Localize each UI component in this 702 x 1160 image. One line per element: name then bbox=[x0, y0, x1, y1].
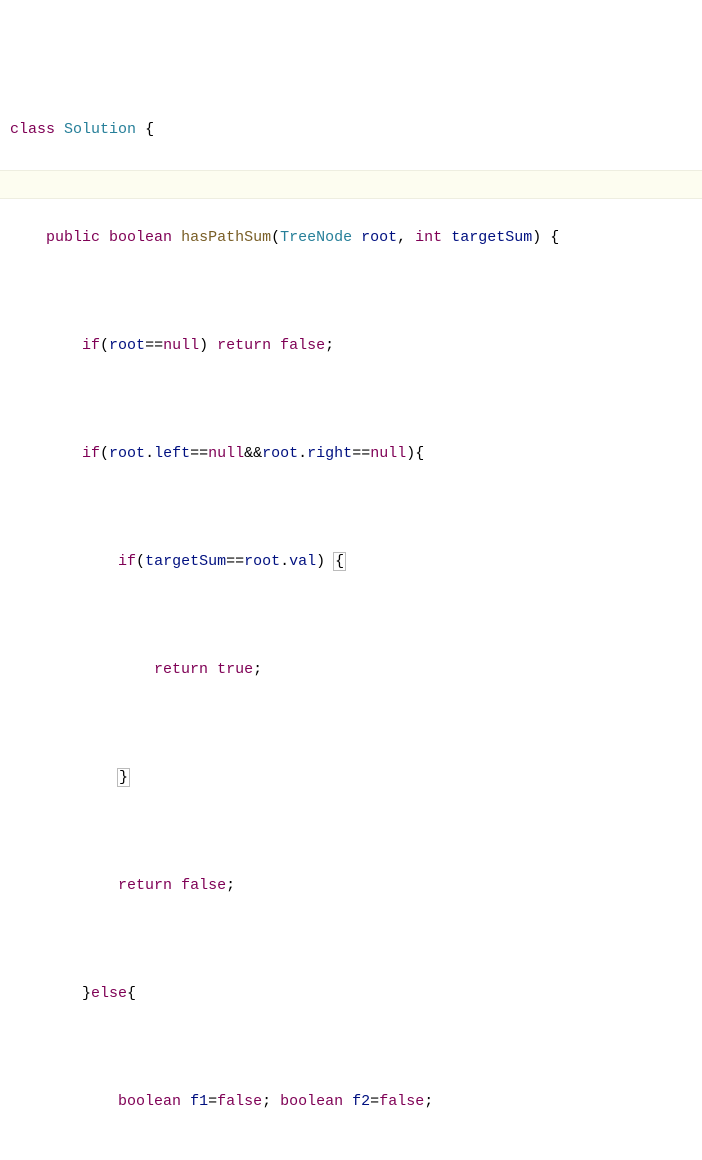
type-treenode: TreeNode bbox=[280, 229, 352, 246]
param-root: root bbox=[361, 229, 397, 246]
keyword-return: return bbox=[217, 337, 271, 354]
keyword-if: if bbox=[82, 337, 100, 354]
matching-brace-open: { bbox=[333, 552, 346, 571]
code-line: if(targetSum==root.val) { bbox=[10, 548, 692, 575]
code-line: return false; bbox=[10, 872, 692, 899]
code-line: boolean f1=false; boolean f2=false; bbox=[10, 1088, 692, 1115]
code-line: class Solution { bbox=[10, 116, 692, 143]
class-name: Solution bbox=[64, 121, 136, 138]
code-line: if(root==null) return false; bbox=[10, 332, 692, 359]
code-line: }else{ bbox=[10, 980, 692, 1007]
param-targetsum: targetSum bbox=[451, 229, 532, 246]
keyword-public: public bbox=[46, 229, 100, 246]
code-line: public boolean hasPathSum(TreeNode root,… bbox=[10, 224, 692, 251]
current-line-highlight bbox=[0, 170, 702, 199]
keyword-class: class bbox=[10, 121, 55, 138]
var-f2: f2 bbox=[352, 1093, 370, 1110]
keyword-int: int bbox=[415, 229, 442, 246]
keyword-else: else bbox=[91, 985, 127, 1002]
matching-brace-close: } bbox=[117, 768, 130, 787]
method-name: hasPathSum bbox=[181, 229, 271, 246]
var-f1: f1 bbox=[190, 1093, 208, 1110]
code-line: return true; bbox=[10, 656, 692, 683]
code-line: if(root.left==null&&root.right==null){ bbox=[10, 440, 692, 467]
code-editor[interactable]: class Solution { public boolean hasPathS… bbox=[0, 0, 702, 1160]
code-line: } bbox=[10, 764, 692, 791]
keyword-boolean: boolean bbox=[109, 229, 172, 246]
